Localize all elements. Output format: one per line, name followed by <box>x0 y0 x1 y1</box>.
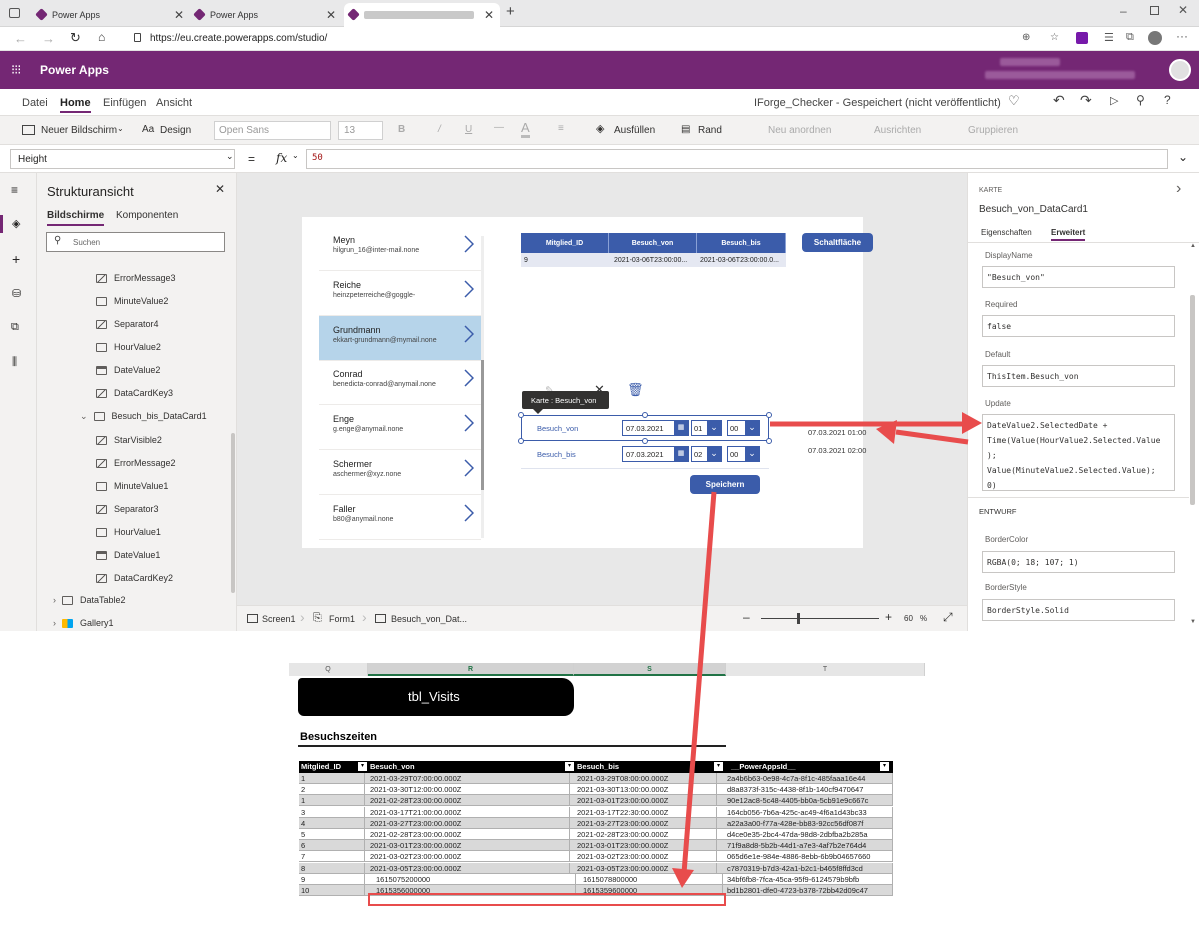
arrow-to-excel <box>672 491 717 888</box>
arrow-to-update <box>770 412 982 434</box>
annotation-arrows <box>672 412 982 888</box>
